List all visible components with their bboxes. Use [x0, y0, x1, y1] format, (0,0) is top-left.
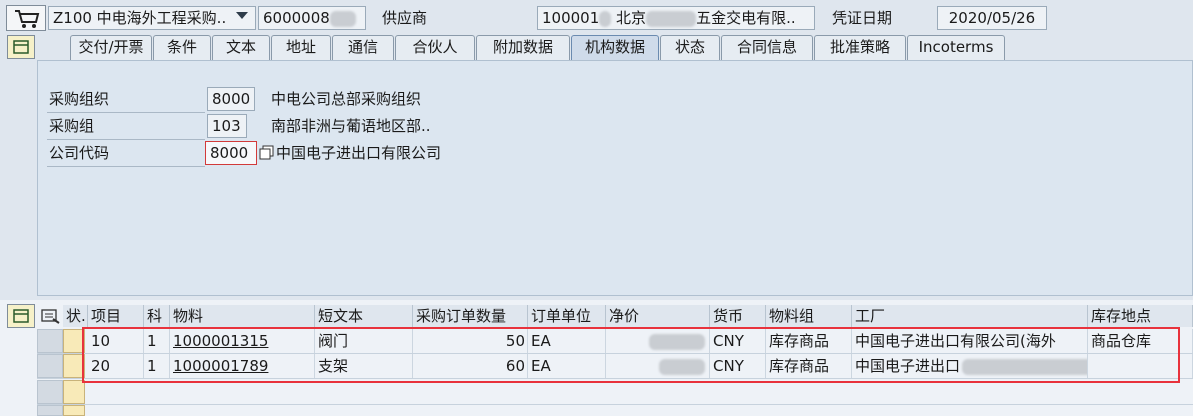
tab-status[interactable]: 状态 — [660, 35, 720, 60]
company-code-label: 公司代码 — [49, 144, 110, 162]
col-acct-assign[interactable]: 科 — [144, 305, 170, 327]
col-status[interactable]: 状. — [63, 305, 88, 327]
vendor-label: 供应商 — [382, 9, 428, 27]
divider — [47, 139, 205, 140]
purch-org-label: 采购组织 — [49, 90, 110, 108]
table-settings-icon[interactable] — [38, 305, 62, 327]
table-toggle-icon[interactable] — [7, 304, 35, 328]
tab-conditions[interactable]: 条件 — [153, 35, 211, 60]
row-status-cell[interactable] — [63, 380, 85, 404]
copy-icon[interactable] — [259, 145, 275, 161]
vendor-suffix: 五金交电有限.. — [696, 9, 796, 27]
cart-icon[interactable] — [6, 5, 46, 31]
purch-org-name: 中电公司总部采购组织 — [271, 90, 422, 108]
tab-texts[interactable]: 文本 — [212, 35, 270, 60]
col-item[interactable]: 项目 — [88, 305, 144, 327]
highlight-box — [82, 327, 1180, 383]
doc-type-select[interactable]: Z100 中电海外工程采购.. — [48, 6, 256, 30]
tab-release-strategy[interactable]: 批准策略 — [814, 35, 906, 60]
divider — [37, 404, 1193, 405]
vendor-number-text: 6000008 — [263, 9, 330, 27]
chevron-down-icon[interactable] — [236, 12, 248, 19]
row-selector[interactable] — [37, 405, 63, 416]
col-po-quantity[interactable]: 采购订单数量 — [413, 305, 528, 327]
row-status-cell[interactable] — [63, 405, 85, 416]
redacted-area — [329, 10, 356, 27]
vendor-prefix: 100001 — [542, 9, 600, 27]
row-selector[interactable] — [37, 380, 63, 404]
tab-contract-info[interactable]: 合同信息 — [721, 35, 813, 60]
company-code-field[interactable]: 8000 — [205, 141, 257, 165]
col-currency[interactable]: 货币 — [710, 305, 766, 327]
panel-toggle-icon[interactable] — [7, 35, 35, 59]
col-short-text[interactable]: 短文本 — [315, 305, 413, 327]
divider — [47, 166, 205, 167]
vendor-name-field[interactable]: 100001 北京 五金交电有限.. — [537, 6, 815, 30]
col-order-unit[interactable]: 订单单位 — [528, 305, 606, 327]
col-storage-loc[interactable]: 库存地点 — [1088, 305, 1193, 327]
col-net-price[interactable]: 净价 — [606, 305, 710, 327]
doc-date-field[interactable]: 2020/05/26 — [937, 6, 1047, 30]
purch-group-name: 南部非洲与葡语地区部.. — [271, 117, 431, 135]
purch-group-field[interactable]: 103 — [207, 114, 247, 138]
row-selector[interactable] — [37, 329, 63, 353]
tab-delivery-invoice[interactable]: 交付/开票 — [70, 35, 152, 60]
tab-incoterms[interactable]: Incoterms — [907, 35, 1005, 60]
company-name: 中国电子进出口有限公司 — [276, 144, 442, 162]
vendor-number-field[interactable]: 6000008 — [258, 6, 366, 30]
redacted-area — [646, 10, 697, 27]
col-plant[interactable]: 工厂 — [852, 305, 1088, 327]
tab-communication[interactable]: 通信 — [332, 35, 394, 60]
tab-address[interactable]: 地址 — [271, 35, 331, 60]
col-material[interactable]: 物料 — [170, 305, 315, 327]
vendor-city: 北京 — [616, 9, 647, 27]
tab-partners[interactable]: 合伙人 — [395, 35, 475, 60]
purch-org-field[interactable]: 8000 — [207, 87, 255, 111]
doc-date-label: 凭证日期 — [832, 9, 893, 27]
row-selector[interactable] — [37, 354, 63, 378]
purch-group-label: 采购组 — [49, 117, 95, 135]
redacted-area — [599, 10, 612, 27]
tab-additional-data[interactable]: 附加数据 — [476, 35, 570, 60]
tab-org-data[interactable]: 机构数据 — [571, 35, 659, 60]
col-material-group[interactable]: 物料组 — [766, 305, 852, 327]
divider — [47, 112, 205, 113]
